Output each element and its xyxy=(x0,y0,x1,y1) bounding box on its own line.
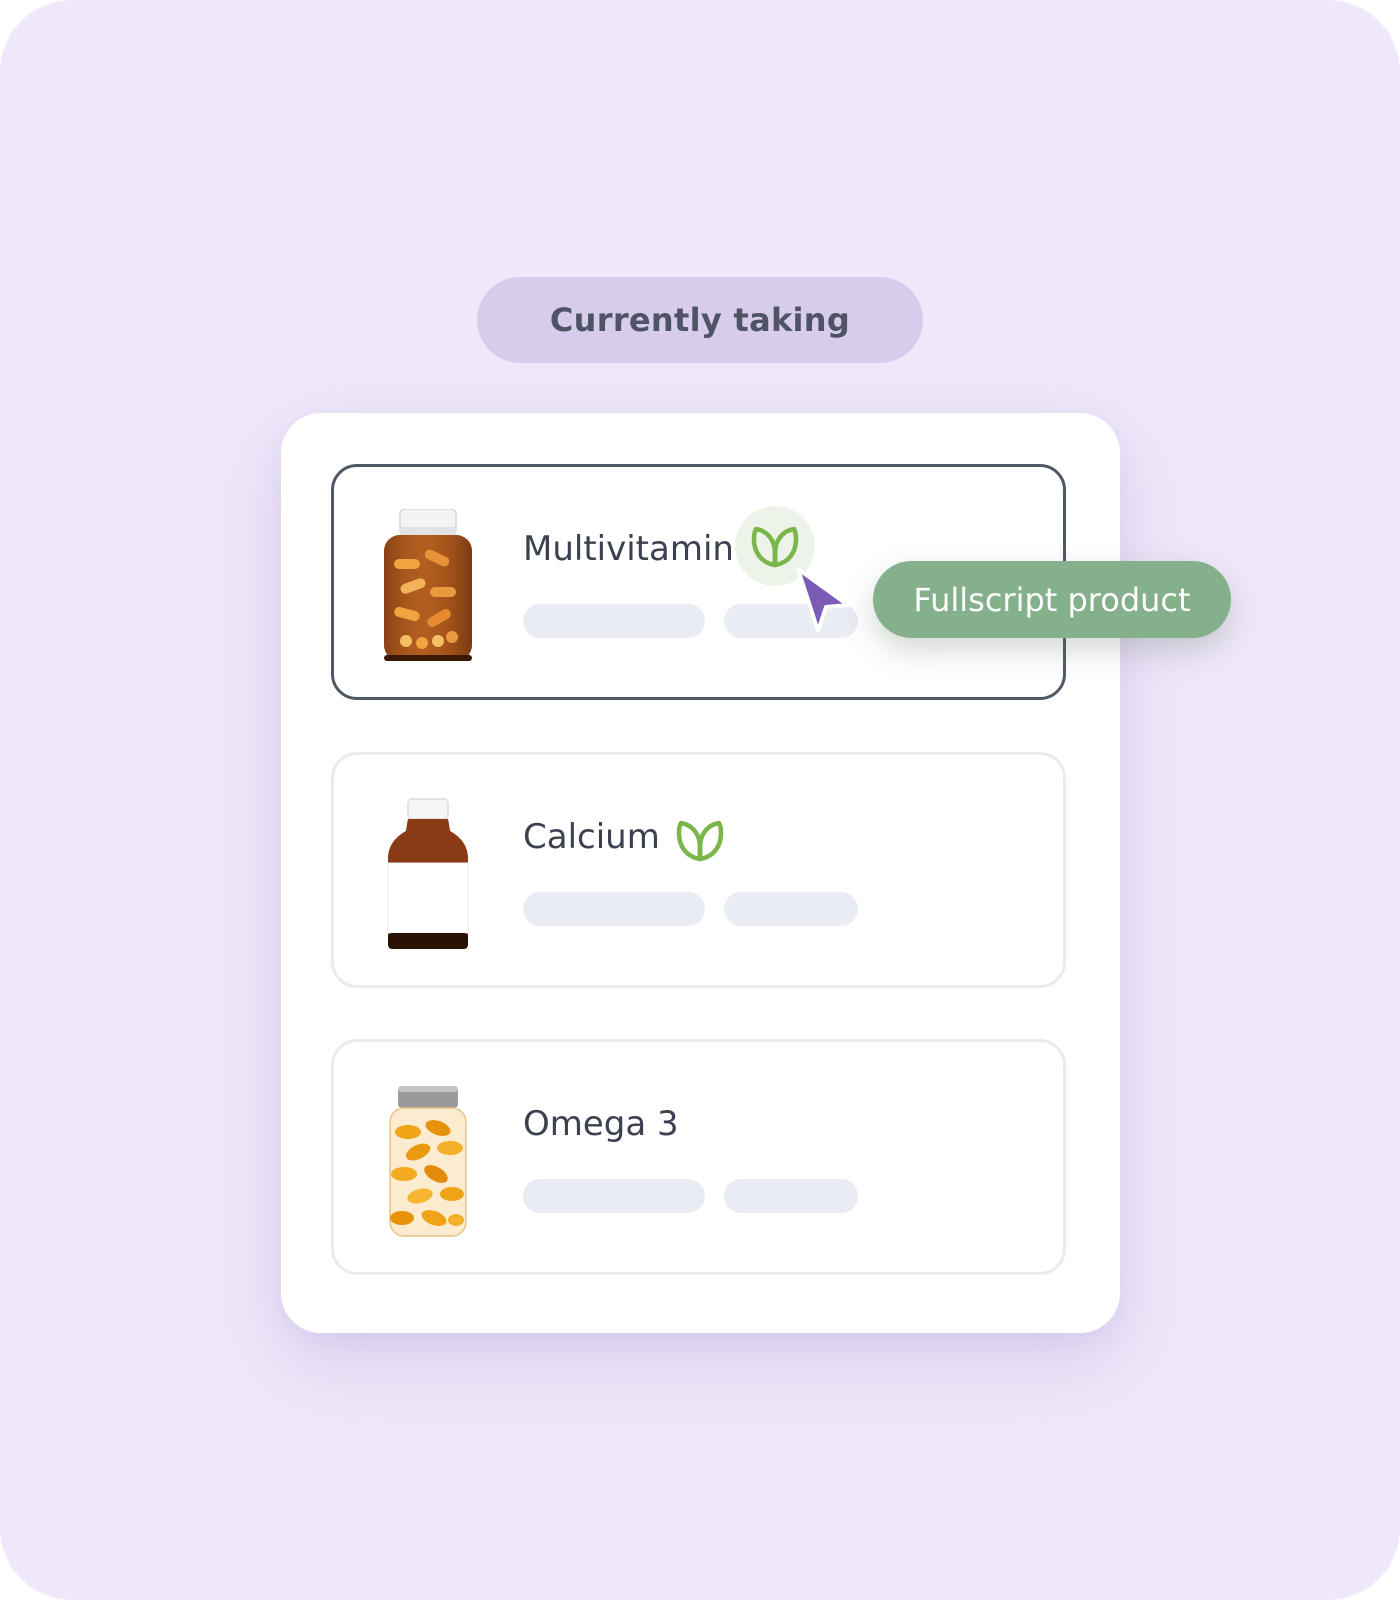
item-name: Calcium xyxy=(523,817,660,857)
item-name: Multivitamin xyxy=(523,529,734,569)
page-background: Currently taking Multivitamin Calcium Om… xyxy=(0,0,1400,1600)
tooltip-label: Fullscript product xyxy=(913,580,1191,619)
supplement-list-card: Multivitamin Calcium Omega 3 xyxy=(281,413,1120,1333)
skeleton-placeholder xyxy=(523,892,705,926)
omega-3-bottle-image xyxy=(389,1086,467,1237)
leaf-icon[interactable] xyxy=(673,813,727,867)
fullscript-product-tooltip: Fullscript product xyxy=(873,561,1231,638)
list-item-calcium[interactable]: Calcium xyxy=(331,752,1066,988)
skeleton-placeholder xyxy=(724,892,858,926)
calcium-bottle-image xyxy=(387,798,469,949)
skeleton-placeholder xyxy=(523,1179,705,1213)
section-heading-pill: Currently taking xyxy=(477,277,923,363)
section-heading-label: Currently taking xyxy=(549,301,851,339)
multivitamin-bottle-image xyxy=(384,509,472,661)
skeleton-placeholder xyxy=(724,1179,858,1213)
mouse-cursor-icon xyxy=(796,567,850,633)
skeleton-placeholder xyxy=(523,604,705,638)
item-name: Omega 3 xyxy=(523,1104,679,1144)
list-item-omega-3[interactable]: Omega 3 xyxy=(331,1039,1066,1275)
